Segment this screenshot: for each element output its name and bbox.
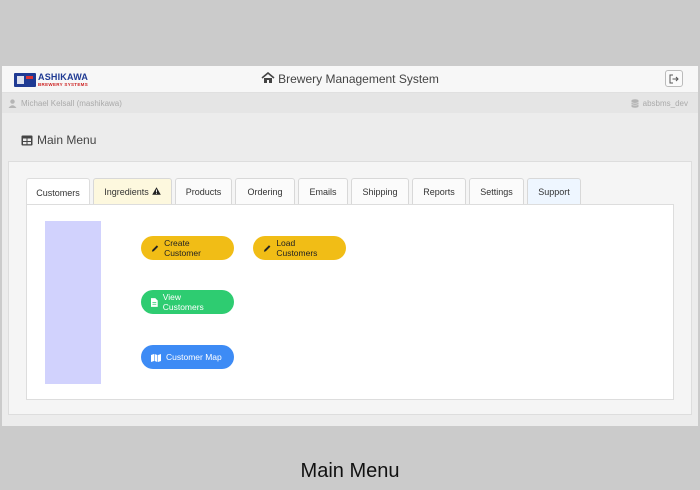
table-icon: [21, 135, 33, 145]
document-icon: [151, 297, 158, 307]
database-indicator: absbms_dev: [631, 99, 688, 108]
tab-emails[interactable]: Emails: [298, 178, 348, 205]
user-bar: Michael Kelsall (mashikawa) absbms_dev: [2, 93, 698, 113]
customers-panel: Create Customer Load Customers View Cust…: [26, 204, 674, 400]
screenshot-caption: Main Menu: [300, 460, 400, 482]
logout-button[interactable]: [665, 70, 683, 87]
tab-products[interactable]: Products: [175, 178, 232, 205]
pencil-icon: [263, 244, 271, 252]
load-customers-button[interactable]: Load Customers: [253, 236, 346, 260]
user-icon: [8, 99, 17, 108]
current-user: Michael Kelsall (mashikawa): [8, 99, 122, 108]
app-title-text: Brewery Management System: [278, 72, 439, 86]
tab-ingredients[interactable]: Ingredients: [93, 178, 172, 205]
pencil-icon: [151, 244, 159, 252]
user-name: Michael Kelsall (mashikawa): [21, 99, 122, 108]
side-placeholder-block: [45, 221, 101, 384]
page-title-text: Main Menu: [37, 133, 97, 147]
sign-out-icon: [669, 74, 679, 83]
tab-customers[interactable]: Customers: [26, 178, 90, 206]
tab-settings[interactable]: Settings: [469, 178, 524, 205]
tab-bar: Customers Ingredients Products Ordering …: [26, 178, 584, 206]
top-bar: ASHIKAWA BREWERY SYSTEMS Brewery Managem…: [2, 66, 698, 93]
tab-reports[interactable]: Reports: [412, 178, 466, 205]
page-title: Main Menu: [21, 133, 96, 147]
main-menu-card: Customers Ingredients Products Ordering …: [8, 161, 692, 415]
database-name: absbms_dev: [642, 99, 688, 108]
create-customer-button[interactable]: Create Customer: [141, 236, 234, 260]
tab-shipping[interactable]: Shipping: [351, 178, 409, 205]
customer-map-button[interactable]: Customer Map: [141, 345, 234, 369]
tab-ordering[interactable]: Ordering: [235, 178, 295, 205]
database-icon: [631, 99, 639, 108]
view-customers-button[interactable]: View Customers: [141, 290, 234, 314]
map-icon: [151, 353, 161, 362]
tab-support[interactable]: Support: [527, 178, 581, 205]
home-icon: [261, 71, 275, 84]
warning-icon: [151, 187, 161, 197]
app-window: ASHIKAWA BREWERY SYSTEMS Brewery Managem…: [2, 66, 698, 426]
app-title: Brewery Management System: [2, 71, 698, 86]
